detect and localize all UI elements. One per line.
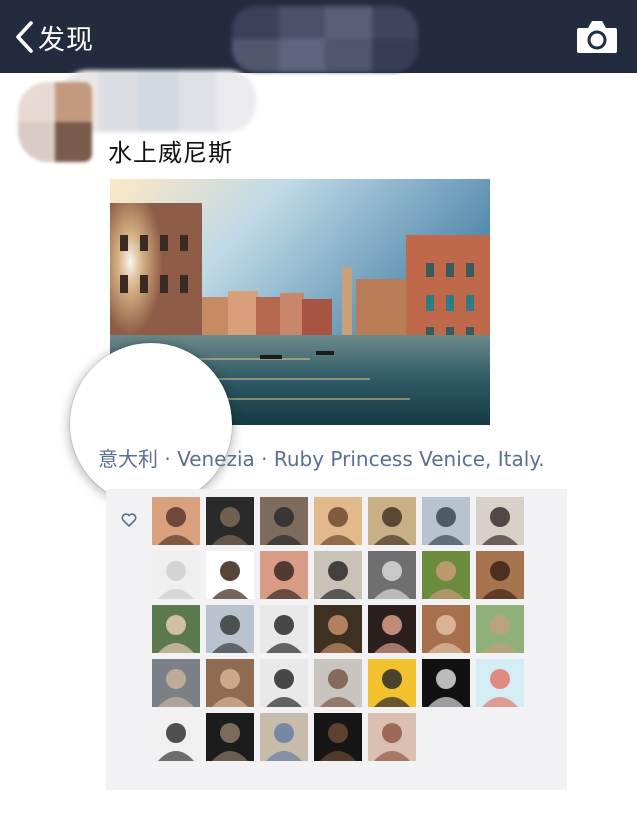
camera-icon <box>577 21 617 53</box>
blurred-title <box>232 6 418 72</box>
liker-avatar[interactable] <box>422 659 470 707</box>
liker-avatar[interactable] <box>152 497 200 545</box>
liker-avatar[interactable] <box>314 605 362 653</box>
liker-avatar[interactable] <box>260 659 308 707</box>
liker-avatar[interactable] <box>368 605 416 653</box>
back-button[interactable]: 发现 <box>14 19 94 56</box>
liker-avatar[interactable] <box>368 497 416 545</box>
location-link[interactable]: 意大利 · Venezia · Ruby Princess Venice, It… <box>98 443 545 472</box>
liker-avatar[interactable] <box>206 713 254 761</box>
liker-avatar[interactable] <box>314 551 362 599</box>
post-text: 水上威尼斯 <box>108 139 233 167</box>
back-label: 发现 <box>38 24 94 56</box>
liker-avatar[interactable] <box>152 713 200 761</box>
magnifier-circle <box>70 343 232 505</box>
liker-avatar[interactable] <box>476 497 524 545</box>
liker-avatar[interactable] <box>476 551 524 599</box>
liker-avatar[interactable] <box>368 713 416 761</box>
liker-avatar[interactable] <box>206 497 254 545</box>
liker-avatar[interactable] <box>260 713 308 761</box>
liker-avatar[interactable] <box>422 605 470 653</box>
liker-avatar[interactable] <box>206 659 254 707</box>
liker-avatar[interactable] <box>314 497 362 545</box>
liker-avatar[interactable] <box>152 605 200 653</box>
camera-button[interactable] <box>576 18 618 54</box>
avatar[interactable] <box>18 82 92 162</box>
liker-avatar[interactable] <box>476 605 524 653</box>
liker-avatar[interactable] <box>206 551 254 599</box>
navigation-bar: 发现 <box>0 0 637 73</box>
liker-avatar[interactable] <box>422 551 470 599</box>
liker-avatar[interactable] <box>260 605 308 653</box>
liker-avatar[interactable] <box>260 551 308 599</box>
heart-outline-icon <box>121 513 137 527</box>
chevron-left-icon <box>16 21 33 53</box>
liker-avatar[interactable] <box>206 605 254 653</box>
liker-avatar[interactable] <box>152 659 200 707</box>
liker-avatar[interactable] <box>422 497 470 545</box>
liker-avatar[interactable] <box>314 659 362 707</box>
liker-avatar[interactable] <box>152 551 200 599</box>
liker-avatar[interactable] <box>368 551 416 599</box>
liker-avatar[interactable] <box>314 713 362 761</box>
liker-avatar[interactable] <box>260 497 308 545</box>
liker-avatar[interactable] <box>368 659 416 707</box>
liker-avatar[interactable] <box>476 659 524 707</box>
